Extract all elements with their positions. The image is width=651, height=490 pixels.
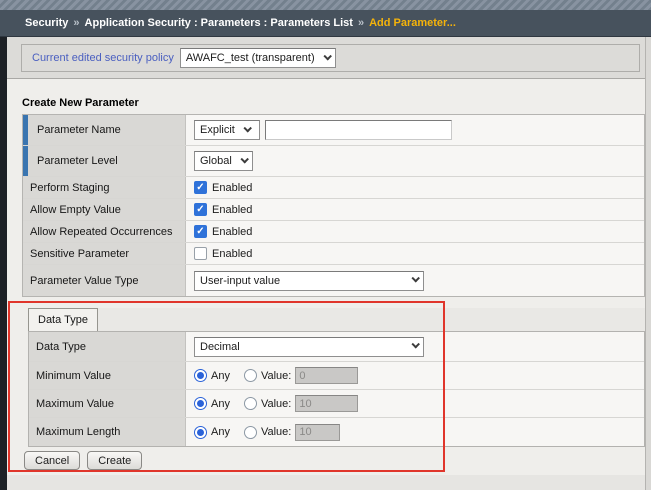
tab-strip: Data Type <box>28 308 645 331</box>
maximum-value-value-radio[interactable] <box>243 397 257 410</box>
table-row-allow-empty-value: Allow Empty Value ✓ Enabled <box>23 199 644 221</box>
maximum-length-any-radio[interactable] <box>194 425 207 439</box>
allow-repeated-occurrences-label: Allow Repeated Occurrences <box>23 221 186 242</box>
breadcrumb: Security » Application Security : Parame… <box>0 10 651 37</box>
parameter-level-label: Parameter Level <box>23 146 186 176</box>
table-row-perform-staging: Perform Staging ✓ Enabled <box>23 177 644 199</box>
data-type-value: Decimal <box>200 340 240 353</box>
data-type-label: Data Type <box>29 332 186 361</box>
window-top-stripe-band <box>0 0 651 10</box>
maximum-value-any-label: Any <box>211 397 230 410</box>
create-button[interactable]: Create <box>87 451 143 470</box>
tab-data-type[interactable]: Data Type <box>28 308 98 331</box>
chevron-down-icon <box>240 154 249 164</box>
table-row-maximum-length: Maximum Length Any Value: <box>29 418 644 446</box>
minimum-value-input <box>295 367 359 384</box>
allow-repeated-occurrences-option-label: Enabled <box>212 225 253 238</box>
form-actions: Cancel Create <box>24 451 143 470</box>
cancel-button[interactable]: Cancel <box>24 451 81 470</box>
maximum-value-value-label: Value: <box>260 397 292 410</box>
left-pane-edge <box>0 37 7 490</box>
maximum-length-value-label: Value: <box>260 426 292 438</box>
allow-empty-value-label: Allow Empty Value <box>23 199 186 220</box>
radio-dot-icon <box>197 372 204 379</box>
maximum-length-label: Maximum Length <box>29 418 186 446</box>
chevron-down-icon <box>411 274 420 283</box>
table-row-sensitive-parameter: Sensitive Parameter ✓ Enabled <box>23 243 644 265</box>
chevron-down-icon <box>323 51 332 61</box>
table-row-maximum-value: Maximum Value Any Value: <box>29 390 644 418</box>
radio-dot-icon <box>197 400 204 407</box>
breadcrumb-root-link[interactable]: Security <box>25 17 68 29</box>
sensitive-parameter-checkbox[interactable]: ✓ <box>194 247 207 260</box>
maximum-length-input <box>295 423 341 441</box>
breadcrumb-separator: » <box>73 17 80 29</box>
table-row-allow-repeated-occurrences: Allow Repeated Occurrences ✓ Enabled <box>23 221 644 243</box>
parameter-name-input[interactable] <box>265 120 452 140</box>
perform-staging-option-label: Enabled <box>212 181 253 194</box>
parameter-name-kind-value: Explicit <box>200 124 235 136</box>
current-policy-label: Current edited security policy <box>32 52 174 64</box>
breadcrumb-current-page: Add Parameter... <box>369 17 456 29</box>
parameter-value-type-label: Parameter Value Type <box>23 265 186 296</box>
current-policy-box: Current edited security policy AWAFC_tes… <box>21 44 640 72</box>
create-parameter-table: Parameter Name Explicit Parameter Level … <box>22 114 645 297</box>
tab-data-type-label: Data Type <box>38 314 88 326</box>
data-type-select[interactable]: Decimal <box>194 336 424 357</box>
parameter-name-label: Parameter Name <box>23 115 186 145</box>
maximum-value-any-radio[interactable] <box>194 397 207 410</box>
data-type-panel: Data Type Data Type Decimal Minimum Valu… <box>28 308 645 447</box>
minimum-value-label: Minimum Value <box>29 362 186 389</box>
data-type-table: Data Type Decimal Minimum Value Any Valu… <box>28 331 645 447</box>
perform-staging-label: Perform Staging <box>23 177 186 198</box>
bottom-strip <box>7 475 645 490</box>
right-pane-gutter <box>645 37 651 490</box>
radio-dot-icon <box>197 428 204 436</box>
table-row-parameter-name: Parameter Name Explicit <box>23 115 644 146</box>
maximum-value-input <box>295 395 359 412</box>
chevron-down-icon <box>243 123 252 133</box>
maximum-value-label: Maximum Value <box>29 390 186 417</box>
breadcrumb-path-link[interactable]: Application Security : Parameters : Para… <box>85 17 353 29</box>
check-icon: ✓ <box>196 225 205 237</box>
parameter-level-select[interactable]: Global <box>194 151 253 171</box>
minimum-value-any-radio[interactable] <box>194 369 207 382</box>
parameter-value-type-value: User-input value <box>200 274 281 287</box>
parameter-name-kind-select[interactable]: Explicit <box>194 120 260 140</box>
parameter-level-value: Global <box>200 155 232 167</box>
table-row-parameter-level: Parameter Level Global <box>23 146 644 177</box>
current-policy-select[interactable]: AWAFC_test (transparent) <box>179 48 336 68</box>
maximum-length-value-radio[interactable] <box>243 425 257 439</box>
allow-repeated-occurrences-checkbox[interactable]: ✓ <box>194 225 207 238</box>
allow-empty-value-option-label: Enabled <box>212 203 253 216</box>
breadcrumb-separator: » <box>357 17 365 29</box>
check-icon: ✓ <box>196 203 205 215</box>
parameter-value-type-select[interactable]: User-input value <box>194 270 424 291</box>
policy-band: Current edited security policy AWAFC_tes… <box>7 37 645 79</box>
check-icon: ✓ <box>196 181 205 193</box>
minimum-value-any-label: Any <box>211 369 230 382</box>
current-policy-selected-value: AWAFC_test (transparent) <box>185 52 315 64</box>
allow-empty-value-checkbox[interactable]: ✓ <box>194 203 207 216</box>
table-row-data-type: Data Type Decimal <box>29 332 644 362</box>
table-row-parameter-value-type: Parameter Value Type User-input value <box>23 265 644 296</box>
chevron-down-icon <box>411 340 420 349</box>
table-row-minimum-value: Minimum Value Any Value: <box>29 362 644 390</box>
minimum-value-value-label: Value: <box>260 369 292 382</box>
minimum-value-value-radio[interactable] <box>243 369 257 382</box>
perform-staging-checkbox[interactable]: ✓ <box>194 181 207 194</box>
maximum-length-any-label: Any <box>211 426 230 438</box>
page-title: Create New Parameter <box>22 97 139 109</box>
sensitive-parameter-label: Sensitive Parameter <box>23 243 186 264</box>
sensitive-parameter-option-label: Enabled <box>212 247 253 260</box>
